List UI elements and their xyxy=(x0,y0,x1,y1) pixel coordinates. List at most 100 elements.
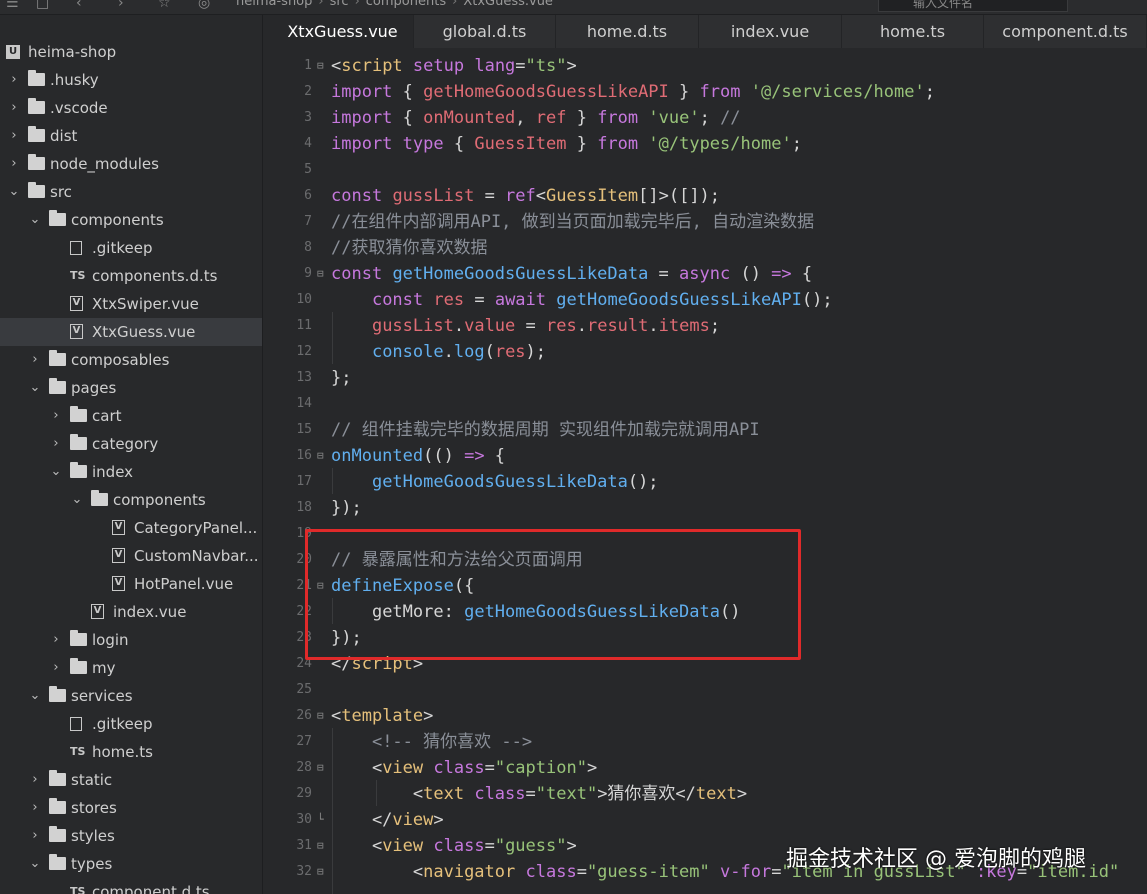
tab-xtxguess-vue[interactable]: XtxGuess.vue xyxy=(272,15,414,48)
code-line[interactable]: // 组件挂载完毕的数据周期 实现组件加载完就调用API xyxy=(331,417,760,443)
code-line[interactable]: }); xyxy=(331,495,362,521)
fold-toggle-icon[interactable]: ⊟ xyxy=(317,261,324,287)
chevron-down-icon[interactable]: ⌄ xyxy=(29,206,41,234)
chevron-right-icon[interactable]: › xyxy=(50,654,62,682)
tree-item-services[interactable]: ⌄ services xyxy=(0,682,262,710)
chevron-right-icon[interactable]: › xyxy=(50,626,62,654)
tree-item-gitkeep[interactable]: .gitkeep xyxy=(0,710,262,738)
tree-item-src[interactable]: ⌄ src xyxy=(0,178,262,206)
tree-item-cart[interactable]: › cart xyxy=(0,402,262,430)
breadcrumb-item[interactable]: components xyxy=(366,0,446,9)
code-line[interactable]: gussList.value = res.result.items; xyxy=(331,313,720,339)
tree-item-heima-shop[interactable]: Uheima-shop xyxy=(0,38,262,66)
tree-item-composables[interactable]: › composables xyxy=(0,346,262,374)
menu-icon[interactable]: ☰ xyxy=(6,0,19,10)
tree-item-static[interactable]: › static xyxy=(0,766,262,794)
chevron-right-icon[interactable]: › xyxy=(8,66,20,94)
file-search-input[interactable]: 输入文件名 xyxy=(878,0,1068,12)
star-icon[interactable]: ☆ xyxy=(158,0,171,10)
tree-item-node-modules[interactable]: › node_modules xyxy=(0,150,262,178)
code-line[interactable]: console.log(res); xyxy=(331,339,546,365)
code-line[interactable]: }; xyxy=(331,365,351,391)
chevron-right-icon[interactable]: › xyxy=(50,402,62,430)
tree-item-components-d-ts[interactable]: TS components.d.ts xyxy=(0,262,262,290)
tab-global-d-ts[interactable]: global.d.ts xyxy=(414,15,556,48)
breadcrumb-item[interactable]: src xyxy=(330,0,349,9)
tree-item-login[interactable]: › login xyxy=(0,626,262,654)
tab-index-vue[interactable]: index.vue xyxy=(699,15,842,48)
code-line[interactable]: onMounted(() => { xyxy=(331,443,505,469)
chevron-right-icon[interactable]: › xyxy=(29,766,41,794)
code-line[interactable]: </view> xyxy=(331,807,444,833)
fold-toggle-icon[interactable]: ⊟ xyxy=(317,859,324,885)
fold-toggle-icon[interactable]: ⊟ xyxy=(317,443,324,469)
tab-component-d-ts[interactable]: component.d.ts xyxy=(984,15,1147,48)
code-line[interactable]: import { getHomeGoodsGuessLikeAPI } from… xyxy=(331,79,935,105)
code-line[interactable]: const res = await getHomeGoodsGuessLikeA… xyxy=(331,287,833,313)
code-line[interactable]: const getHomeGoodsGuessLikeData = async … xyxy=(331,261,812,287)
tree-item-components[interactable]: ⌄ components xyxy=(0,486,262,514)
tree-item-my[interactable]: › my xyxy=(0,654,262,682)
tree-item-pages[interactable]: ⌄ pages xyxy=(0,374,262,402)
code-line[interactable]: <text class="text">猜你喜欢</text> xyxy=(331,781,747,807)
chevron-right-icon[interactable]: › xyxy=(8,122,20,150)
forward-icon[interactable]: › xyxy=(118,0,124,10)
chevron-right-icon[interactable]: › xyxy=(29,346,41,374)
run-icon[interactable]: ◎ xyxy=(198,0,210,10)
tree-item-types[interactable]: ⌄ types xyxy=(0,850,262,878)
tree-item-label: index.vue xyxy=(113,603,187,621)
new-file-icon[interactable]: □ xyxy=(36,0,49,10)
tree-item-styles[interactable]: › styles xyxy=(0,822,262,850)
code-line[interactable]: const gussList = ref<GuessItem[]>([]); xyxy=(331,183,720,209)
chevron-down-icon[interactable]: ⌄ xyxy=(29,682,41,710)
chevron-down-icon[interactable]: ⌄ xyxy=(71,486,83,514)
fold-toggle-icon[interactable]: ⊟ xyxy=(317,755,324,781)
tree-item-categorypanel[interactable]: V CategoryPanel... xyxy=(0,514,262,542)
code-line[interactable]: getHomeGoodsGuessLikeData(); xyxy=(331,469,659,495)
tree-item-husky[interactable]: › .husky xyxy=(0,66,262,94)
tree-item-hotpanel-vue[interactable]: V HotPanel.vue xyxy=(0,570,262,598)
tree-item-index[interactable]: ⌄ index xyxy=(0,458,262,486)
chevron-right-icon[interactable]: › xyxy=(29,794,41,822)
chevron-down-icon[interactable]: ⌄ xyxy=(29,374,41,402)
fold-toggle-icon[interactable]: └ xyxy=(317,807,324,833)
tree-item-xtxswiper-vue[interactable]: V XtxSwiper.vue xyxy=(0,290,262,318)
tree-item-vscode[interactable]: › .vscode xyxy=(0,94,262,122)
tree-item-home-ts[interactable]: TS home.ts xyxy=(0,738,262,766)
code-line[interactable]: //在组件内部调用API, 做到当页面加载完毕后, 自动渲染数据 xyxy=(331,209,814,235)
chevron-right-icon[interactable]: › xyxy=(8,94,20,122)
fold-toggle-icon[interactable]: ⊟ xyxy=(317,53,324,79)
tree-item-index-vue[interactable]: Vindex.vue xyxy=(0,598,262,626)
chevron-down-icon[interactable]: ⌄ xyxy=(50,458,62,486)
code-line[interactable]: <view class="guess"> xyxy=(331,833,577,859)
chevron-down-icon[interactable]: ⌄ xyxy=(29,850,41,878)
tree-item-gitkeep[interactable]: .gitkeep xyxy=(0,234,262,262)
tree-item-stores[interactable]: › stores xyxy=(0,794,262,822)
chevron-right-icon[interactable]: › xyxy=(8,150,20,178)
tree-item-category[interactable]: › category xyxy=(0,430,262,458)
tree-item-component-d-ts[interactable]: TS component.d.ts xyxy=(0,878,262,894)
chevron-down-icon[interactable]: ⌄ xyxy=(8,178,20,206)
code-line[interactable]: <template> xyxy=(331,703,433,729)
tree-item-customnavbar[interactable]: V CustomNavbar... xyxy=(0,542,262,570)
back-icon[interactable]: ‹ xyxy=(76,0,82,10)
code-line[interactable]: import type { GuessItem } from '@/types/… xyxy=(331,131,802,157)
code-line[interactable]: import { onMounted, ref } from 'vue'; // xyxy=(331,105,741,131)
tree-item-xtxguess-vue[interactable]: V XtxGuess.vue xyxy=(0,318,262,346)
code-line[interactable]: <!-- 猜你喜欢 --> xyxy=(331,729,532,755)
code-token: text xyxy=(695,784,737,804)
code-line[interactable]: <script setup lang="ts"> xyxy=(331,53,577,79)
fold-toggle-icon[interactable]: ⊟ xyxy=(317,833,324,859)
chevron-right-icon[interactable]: › xyxy=(29,822,41,850)
tab-home-d-ts[interactable]: home.d.ts xyxy=(556,15,699,48)
code-line[interactable]: //获取猜你喜欢数据 xyxy=(331,235,487,261)
tree-item-components[interactable]: ⌄ components xyxy=(0,206,262,234)
breadcrumb-item[interactable]: XtxGuess.vue xyxy=(463,0,553,9)
tree-item-dist[interactable]: › dist xyxy=(0,122,262,150)
code-editor[interactable]: 1 ⊟ <script setup lang="ts"> 2 import { getH… xyxy=(272,48,1147,894)
chevron-right-icon[interactable]: › xyxy=(50,430,62,458)
fold-toggle-icon[interactable]: ⊟ xyxy=(317,703,324,729)
tab-home-ts[interactable]: home.ts xyxy=(842,15,984,48)
breadcrumb-item[interactable]: heima-shop xyxy=(236,0,312,9)
code-line[interactable]: <view class="caption"> xyxy=(331,755,597,781)
